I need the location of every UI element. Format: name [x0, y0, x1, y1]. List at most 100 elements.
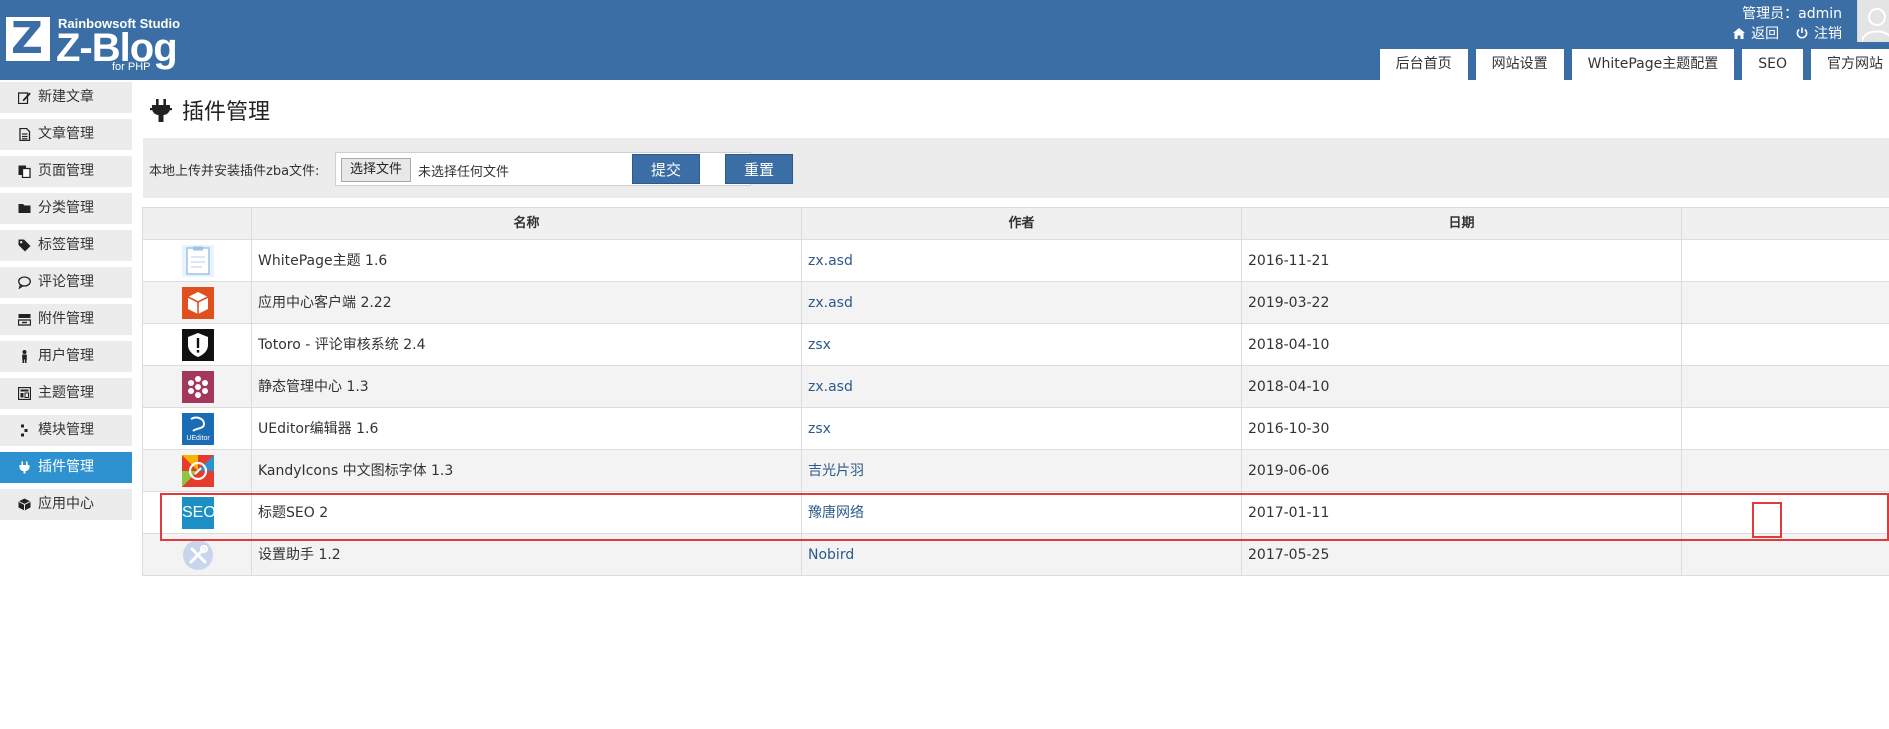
sidebar-item-label: 页面管理 — [38, 163, 94, 179]
submit-button[interactable]: 提交 — [632, 154, 700, 184]
tab-site-settings[interactable]: 网站设置 — [1475, 49, 1564, 80]
zblog-logo[interactable]: Rainbowsoft Studio Z-Blog for PHP — [6, 13, 180, 76]
plugin-name: WhitePage主题 1.6 — [258, 253, 388, 269]
theme-icon — [18, 387, 31, 400]
sidebar-item-label: 附件管理 — [38, 311, 94, 327]
header-icon-col — [143, 208, 252, 239]
table-row: Totoro - 评论审核系统 2.4 zsx 2018-04-10 — [143, 324, 1889, 366]
table-row: 应用中心客户端 2.22 zx.asd 2019-03-22 — [143, 282, 1889, 324]
sidebar-item-themes[interactable]: 主题管理 — [0, 378, 132, 409]
sidebar: 新建文章 文章管理 页面管理 分类管理 标签管理 评论管理 附件管理 用户管理 … — [0, 82, 132, 526]
plugin-date: 2018-04-10 — [1248, 337, 1330, 353]
sidebar-item-attachments[interactable]: 附件管理 — [0, 304, 132, 335]
plugin-date: 2016-10-30 — [1248, 421, 1330, 437]
plugin-name: Totoro - 评论审核系统 2.4 — [258, 337, 426, 353]
app-center-icon — [18, 498, 31, 511]
sidebar-item-label: 分类管理 — [38, 200, 94, 216]
tab-seo[interactable]: SEO — [1742, 49, 1803, 80]
plugin-icon — [19, 461, 30, 474]
plugin-name: 静态管理中心 1.3 — [258, 379, 369, 395]
logo-sub-text: for PHP — [112, 61, 151, 73]
table-header-row: 名称 作者 日期 — [143, 208, 1889, 240]
logo-mark — [6, 13, 50, 65]
table-row: 静态管理中心 1.3 zx.asd 2018-04-10 — [143, 366, 1889, 408]
plugin-date: 2019-06-06 — [1248, 463, 1330, 479]
sidebar-item-label: 文章管理 — [38, 126, 94, 142]
tab-dashboard[interactable]: 后台首页 — [1379, 49, 1468, 80]
sidebar-item-tags[interactable]: 标签管理 — [0, 230, 132, 261]
power-icon — [1796, 27, 1807, 39]
tools-icon — [183, 540, 213, 570]
sidebar-item-label: 标签管理 — [38, 237, 94, 253]
logout-link[interactable]: 注销 — [1796, 26, 1842, 42]
folder-icon — [18, 204, 31, 213]
plugin-date: 2019-03-22 — [1248, 295, 1330, 311]
table-row: WhitePage主题 1.6 zx.asd 2016-11-21 — [143, 240, 1889, 282]
plugin-name: UEditor编辑器 1.6 — [258, 421, 379, 437]
document-icon — [19, 128, 31, 141]
comment-icon — [18, 276, 31, 289]
upload-bar: 本地上传并安装插件zba文件: 选择文件 未选择任何文件 提交 重置 — [143, 138, 1889, 198]
plugin-author-link[interactable]: zsx — [808, 324, 831, 366]
header-date: 日期 — [1242, 208, 1682, 239]
logout-label: 注销 — [1814, 26, 1842, 42]
back-label: 返回 — [1751, 26, 1780, 42]
plugin-name: KandyIcons 中文图标字体 1.3 — [258, 463, 454, 479]
tab-whitepage-config[interactable]: WhitePage主题配置 — [1571, 49, 1735, 80]
admin-label: 管理员：admin — [1742, 6, 1842, 22]
user-avatar-icon — [1862, 8, 1889, 42]
sidebar-item-posts[interactable]: 文章管理 — [0, 119, 132, 150]
table-row: KandyIcons 中文图标字体 1.3 吉光片羽 2019-06-06 — [143, 450, 1889, 492]
sidebar-item-modules[interactable]: 模块管理 — [0, 415, 132, 446]
ueditor-icon: UEditor — [182, 413, 214, 445]
plugin-author-link[interactable]: zx.asd — [808, 240, 853, 282]
reset-button[interactable]: 重置 — [725, 154, 793, 184]
sidebar-item-pages[interactable]: 页面管理 — [0, 156, 132, 187]
sidebar-item-comments[interactable]: 评论管理 — [0, 267, 132, 298]
shield-icon — [182, 329, 214, 361]
svg-text:UEditor: UEditor — [186, 435, 210, 442]
plugin-name: 应用中心客户端 2.22 — [258, 295, 392, 311]
sidebar-item-users[interactable]: 用户管理 — [0, 341, 132, 372]
tag-icon — [18, 239, 31, 252]
sidebar-item-app-center[interactable]: 应用中心 — [0, 489, 132, 520]
choose-file-button[interactable]: 选择文件 — [341, 158, 412, 182]
admin-info: 管理员：admin 返回 注销 — [1721, 4, 1842, 44]
plugin-author-link[interactable]: zx.asd — [808, 282, 853, 324]
header-name: 名称 — [252, 208, 802, 239]
sidebar-item-label: 主题管理 — [38, 385, 94, 401]
home-icon — [1732, 28, 1745, 39]
plugin-date: 2016-11-21 — [1248, 253, 1330, 269]
kandyicons-icon — [182, 455, 214, 487]
plugin-title-icon — [150, 99, 172, 122]
plugin-author-link[interactable]: zsx — [808, 408, 831, 450]
file-status: 未选择任何文件 — [418, 165, 510, 180]
pages-icon — [18, 165, 31, 178]
upload-label: 本地上传并安装插件zba文件: — [149, 164, 320, 179]
back-link[interactable]: 返回 — [1732, 26, 1784, 42]
whitepage-icon — [182, 245, 214, 277]
sidebar-item-categories[interactable]: 分类管理 — [0, 193, 132, 224]
plugin-author-link[interactable]: 吉光片羽 — [808, 450, 864, 492]
sidebar-item-label: 用户管理 — [38, 348, 94, 364]
top-tabs: 后台首页 网站设置 WhitePage主题配置 SEO 官方网站 — [1372, 49, 1889, 80]
app-center-box-icon — [182, 287, 214, 319]
sidebar-item-label: 应用中心 — [38, 496, 94, 512]
avatar[interactable] — [1857, 0, 1889, 42]
user-icon — [22, 350, 27, 363]
sidebar-item-label: 插件管理 — [38, 459, 94, 475]
tab-official-site[interactable]: 官方网站 — [1811, 49, 1889, 80]
flower-icon — [182, 371, 214, 403]
edit-icon — [18, 92, 31, 104]
sidebar-item-new-post[interactable]: 新建文章 — [0, 82, 132, 113]
highlight-power-box — [1752, 502, 1782, 538]
plugin-author-link[interactable]: zx.asd — [808, 366, 853, 408]
module-icon — [21, 424, 28, 437]
sidebar-item-plugins[interactable]: 插件管理 — [0, 452, 132, 483]
page-title: 插件管理 — [182, 100, 271, 125]
attachment-icon — [18, 314, 31, 326]
sidebar-item-label: 新建文章 — [38, 89, 94, 105]
header-author: 作者 — [802, 208, 1242, 239]
highlight-row-box — [160, 493, 1889, 541]
header-actions — [1682, 208, 1889, 239]
